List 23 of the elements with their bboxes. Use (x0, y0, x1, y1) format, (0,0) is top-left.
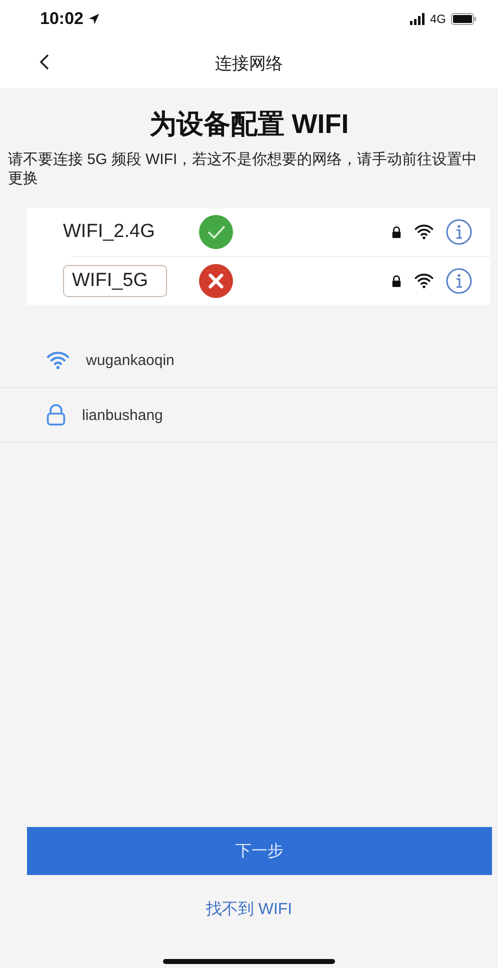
lock-icon (391, 274, 402, 288)
next-button[interactable]: 下一步 (27, 827, 492, 875)
time: 10:02 (40, 9, 84, 29)
page-title: 连接网络 (215, 52, 283, 74)
help-link[interactable]: 找不到 WIFI (206, 899, 292, 920)
signal-icon (410, 13, 425, 25)
network-name: WIFI_5G (63, 265, 167, 297)
back-chevron-icon (38, 53, 50, 71)
network-name: lianbushang (82, 406, 163, 424)
info-icon (446, 268, 472, 294)
network-type: 4G (430, 12, 446, 26)
battery-icon (451, 13, 476, 25)
network-name: WIFI_2.4G (63, 220, 156, 244)
wifi-icon (414, 223, 434, 241)
description: 请不要连接 5G 频段 WIFI，若这不是你想要的网络，请手动前往设置中更换 (8, 150, 478, 188)
lock-icon (391, 226, 402, 238)
info-icon (446, 219, 472, 245)
network-name: wugankaoqin (86, 352, 174, 368)
network-item[interactable]: wugankaoqin (0, 333, 498, 388)
location-arrow-icon (88, 13, 100, 25)
wifi-icon (414, 272, 434, 290)
network-item[interactable]: lianbushang (0, 388, 498, 443)
heading: 为设备配置 WIFI (148, 108, 350, 141)
